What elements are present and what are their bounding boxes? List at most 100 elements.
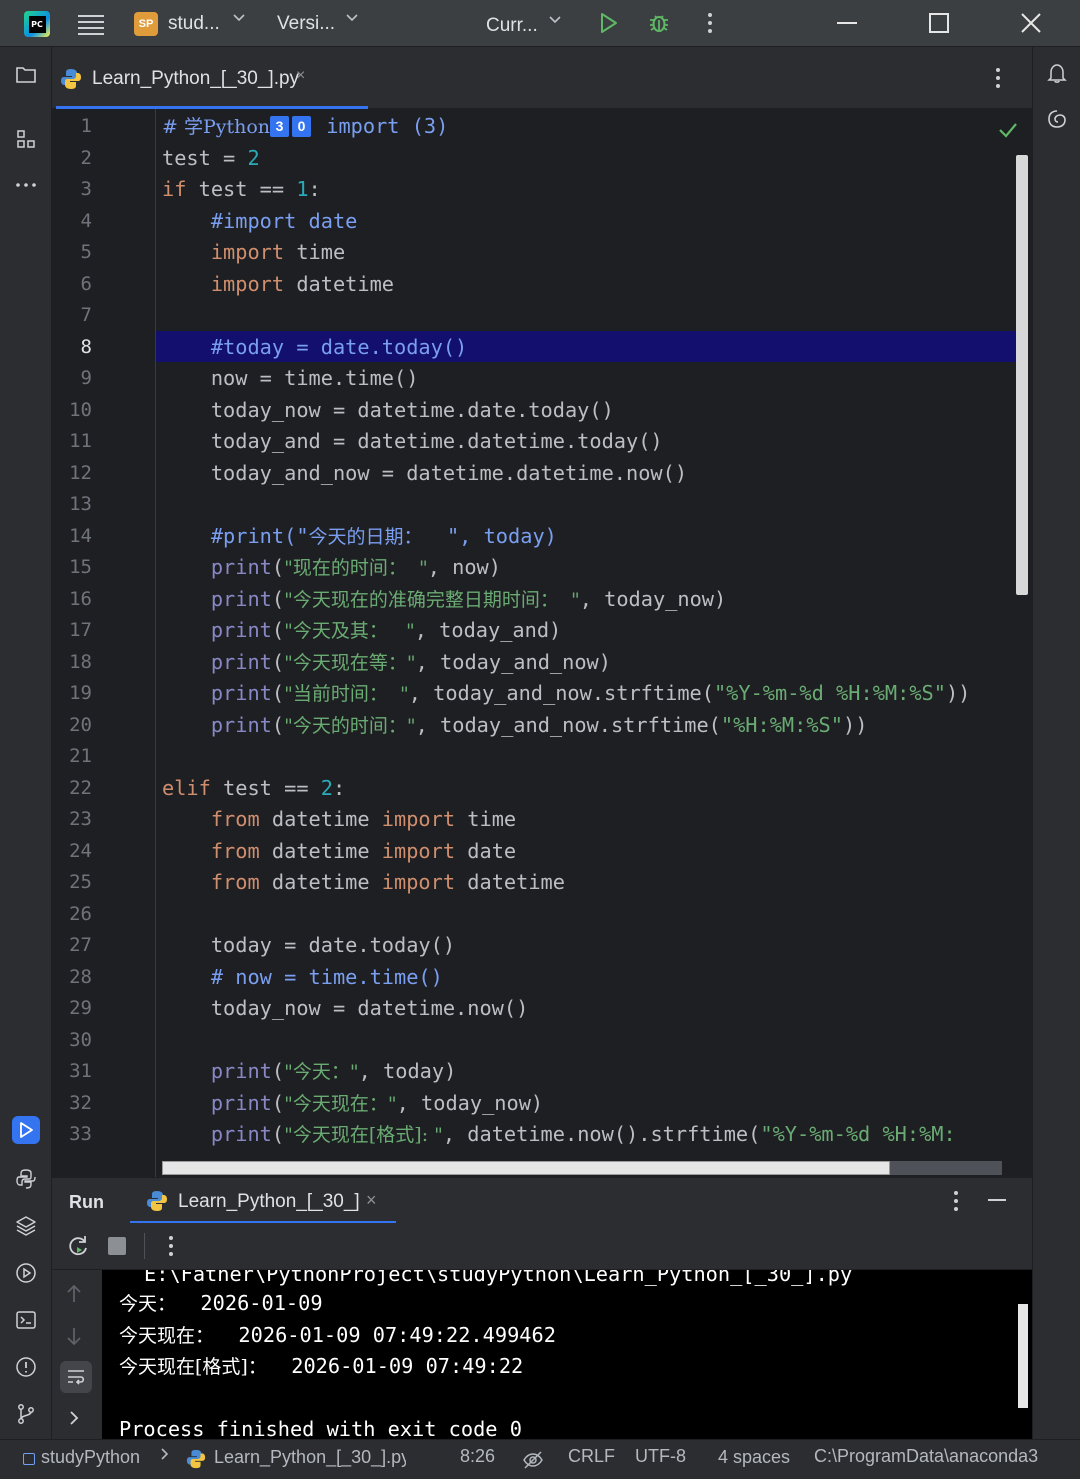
project-badge[interactable]: SP [134,12,158,36]
arrow-up-icon[interactable] [65,1284,83,1309]
line-number[interactable]: 12 [52,458,144,490]
code-text: ( [271,649,285,674]
line-number[interactable]: 4 [52,206,144,238]
python-packages-icon[interactable] [12,1212,40,1240]
line-number[interactable]: 21 [52,741,144,773]
soft-wrap-icon[interactable] [60,1361,92,1393]
file-encoding[interactable]: UTF-8 [635,1446,686,1467]
line-number[interactable]: 1 [52,111,144,143]
folder-icon[interactable] [12,61,40,89]
tab-close-icon[interactable]: × [296,67,305,85]
chevron-down-icon[interactable] [548,12,562,31]
hide-panel-icon[interactable] [987,1190,1007,1215]
line-number[interactable]: 15 [52,552,144,584]
python-file-icon [147,1191,167,1211]
run-tab[interactable]: Learn_Python_[_30_] × [130,1178,396,1224]
right-tool-strip [1032,47,1080,1439]
line-number[interactable]: 25 [52,867,144,899]
line-number[interactable]: 28 [52,962,144,994]
line-number[interactable]: 7 [52,300,144,332]
inspection-ok-icon[interactable] [998,121,1018,144]
code-line: today_and = datetime.datetime.today() [162,429,663,453]
run-tool-icon[interactable] [12,1116,40,1144]
line-number[interactable]: 22 [52,773,144,805]
editor-tab-bar: Learn_Python_[_30_].py × [52,47,1032,109]
services-icon[interactable] [12,1259,40,1287]
line-number[interactable]: 11 [52,426,144,458]
console-path-line: E:\Father\PythonProject\studyPython\Lear… [144,1270,853,1286]
main-menu-icon[interactable] [78,11,104,35]
tab-more-icon[interactable] [995,67,1001,94]
stop-icon[interactable] [108,1237,126,1255]
line-number[interactable]: 13 [52,489,144,521]
maximize-icon[interactable] [924,8,954,38]
line-separator[interactable]: CRLF [568,1446,615,1467]
python-interpreter[interactable]: C:\ProgramData\anaconda3 [814,1446,1066,1467]
code-line: #import date [162,208,358,233]
notifications-icon[interactable] [1043,59,1071,87]
structure-icon[interactable] [12,125,40,153]
git-icon[interactable] [12,1400,40,1428]
terminal-icon[interactable] [12,1306,40,1334]
left-tool-strip [0,47,52,1439]
line-number[interactable]: 29 [52,993,144,1025]
line-number[interactable]: 33 [52,1119,144,1151]
line-number[interactable]: 30 [52,1025,144,1057]
run-config-selector[interactable]: Curr... [486,15,538,37]
vertical-scrollbar[interactable] [1016,155,1028,595]
rerun-icon[interactable] [66,1234,90,1263]
debug-icon[interactable] [644,8,674,38]
line-number[interactable]: 14 [52,521,144,553]
breadcrumb-file[interactable]: Learn_Python_[_30_].py [214,1447,406,1468]
arrow-down-icon[interactable] [65,1326,83,1351]
pycharm-logo-icon[interactable]: PC [24,11,50,37]
run-panel-title[interactable]: Run [69,1192,104,1213]
run-more-icon[interactable] [953,1190,959,1217]
line-number[interactable]: 26 [52,899,144,931]
editor-tab[interactable]: Learn_Python_[_30_].py × [56,47,368,109]
minimize-icon[interactable] [832,8,862,38]
line-number[interactable]: 31 [52,1056,144,1088]
line-number[interactable]: 9 [52,363,144,395]
more-options-icon[interactable] [695,8,725,38]
run-tab-close-icon[interactable]: × [366,1190,377,1211]
line-number[interactable]: 16 [52,584,144,616]
breadcrumb-project[interactable]: studyPython [41,1447,140,1468]
python-console-icon[interactable] [12,1165,40,1193]
project-widget[interactable]: stud... [168,13,220,35]
line-number[interactable]: 6 [52,269,144,301]
indent-setting[interactable]: 4 spaces [718,1447,790,1468]
line-number[interactable]: 17 [52,615,144,647]
caret-position[interactable]: 8:26 [460,1446,495,1467]
chevron-right-icon[interactable] [68,1410,80,1431]
line-number[interactable]: 27 [52,930,144,962]
line-number[interactable]: 23 [52,804,144,836]
problems-icon[interactable] [12,1353,40,1381]
ai-assistant-icon[interactable] [1043,105,1071,133]
chevron-down-icon[interactable] [232,10,246,29]
run-icon[interactable] [593,8,623,38]
code-editor[interactable]: 1 2 3 4 5 6 7 8 9 10 11 12 13 14 15 16 17 18 19 20 21 22 23 24 2… [52,109,1032,1177]
line-number[interactable]: 18 [52,647,144,679]
line-number[interactable]: 2 [52,143,144,175]
line-number[interactable]: 20 [52,710,144,742]
line-number[interactable]: 10 [52,395,144,427]
line-number[interactable]: 5 [52,237,144,269]
line-number[interactable]: 32 [52,1088,144,1120]
more-tools-icon[interactable] [12,171,40,199]
builtin-function: print [162,1122,272,1146]
line-number[interactable]: 3 [52,174,144,206]
line-number[interactable]: 8 [52,332,144,364]
close-icon[interactable] [1016,8,1046,38]
code-text: ( [271,712,285,737]
code-vision-off-icon[interactable] [522,1449,544,1476]
run-options-icon[interactable] [168,1235,174,1262]
console-output[interactable]: E:\Father\PythonProject\studyPython\Lear… [102,1270,1032,1439]
vcs-widget[interactable]: Versi... [277,13,335,35]
horizontal-scrollbar[interactable] [162,1161,890,1175]
line-number[interactable]: 24 [52,836,144,868]
line-number[interactable]: 19 [52,678,144,710]
console-scrollbar[interactable] [1018,1304,1028,1408]
code-text: ( [271,586,285,611]
chevron-down-icon[interactable] [345,10,359,29]
